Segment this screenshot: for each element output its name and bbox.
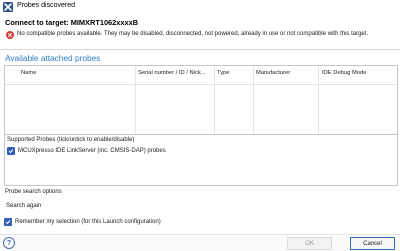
remember-label: Remember my selection (for this Launch c… [15,219,161,225]
column-header-debug-mode[interactable]: IDE Debug Mode [322,70,394,76]
header-divider [0,49,400,50]
column-divider [135,66,136,134]
remember-selection-row[interactable]: Remember my selection (for this Launch c… [4,218,161,226]
probes-table[interactable]: Name Serial number / ID / Nick... Type M… [4,65,398,135]
search-options-title: Probe search options [5,189,62,195]
remember-checkbox[interactable] [4,218,12,226]
column-header-serial[interactable]: Serial number / ID / Nick... [138,70,214,76]
dialog-header: Connect to target: MIMXRT1062xxxxB No co… [0,15,400,48]
supported-probes-title: Supported Probes (tick/untick to enable/… [7,137,135,143]
cancel-button[interactable]: Cancel [350,237,395,250]
supported-probe-item[interactable]: MCUXpresso IDE LinkServer (inc. CMSIS-DA… [7,147,166,155]
error-message: No compatible probes available. They may… [17,31,369,37]
column-divider [214,66,215,134]
search-again-button[interactable]: Search again [6,200,56,212]
error-icon [6,31,14,39]
probes-table-header: Name Serial number / ID / Nick... Type M… [5,66,397,85]
help-icon[interactable]: ? [3,237,15,249]
ok-button[interactable]: OK [287,237,332,250]
supported-probes-group: Supported Probes (tick/untick to enable/… [4,134,398,186]
available-probes-title: Available attached probes [5,53,101,63]
search-options-group: Probe search options Search again [4,186,396,214]
column-header-name[interactable]: Name [21,70,131,76]
title-bar: Probes discovered [0,0,400,15]
linkserver-label: MCUXpresso IDE LinkServer (inc. CMSIS-DA… [18,148,166,154]
column-divider [253,66,254,134]
x-icon [3,2,13,12]
column-header-type[interactable]: Type [217,70,252,76]
connect-target-title: Connect to target: MIMXRT1062xxxxB [5,18,139,27]
dialog-footer: ? OK Cancel [0,235,400,251]
column-header-manufacturer[interactable]: Manufacturer [256,70,316,76]
column-divider [318,66,319,134]
window-title: Probes discovered [17,2,75,9]
linkserver-checkbox[interactable] [7,147,15,155]
